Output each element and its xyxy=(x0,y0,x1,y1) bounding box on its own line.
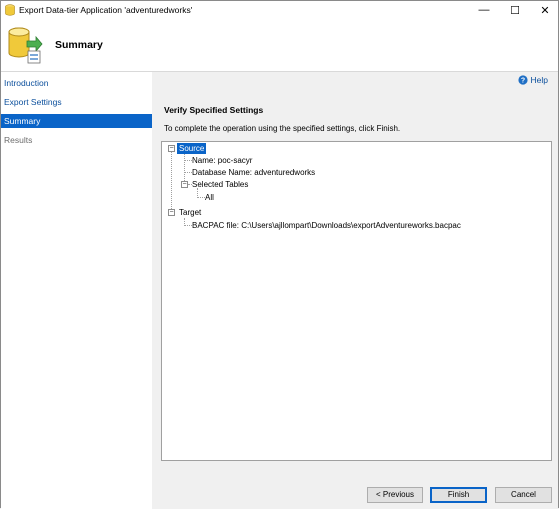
tree-node-all[interactable]: All xyxy=(205,192,214,203)
close-button[interactable]: ✕ xyxy=(530,1,559,19)
tree-connector xyxy=(171,152,172,213)
nav-item-introduction[interactable]: Introduction xyxy=(1,76,152,90)
title-bar: Export Data-tier Application 'adventured… xyxy=(1,1,558,19)
tree-node-selected-tables[interactable]: Selected Tables xyxy=(192,179,248,190)
main-panel: ? Help Verify Specified Settings To comp… xyxy=(152,72,558,509)
nav-item-results: Results xyxy=(4,135,33,145)
nav-item-export-settings[interactable]: Export Settings xyxy=(1,95,152,109)
previous-button[interactable]: < Previous xyxy=(367,487,423,503)
wizard-steps-sidebar: Introduction Export Settings Summary Res… xyxy=(1,72,152,509)
tree-connector xyxy=(184,160,192,161)
tree-connector xyxy=(184,225,192,226)
help-label: Help xyxy=(530,75,548,85)
tree-node-name[interactable]: Name: poc-sacyr xyxy=(192,155,252,166)
dialog-window: Export Data-tier Application 'adventured… xyxy=(0,0,559,509)
window-title: Export Data-tier Application 'adventured… xyxy=(19,5,193,15)
tree-connector xyxy=(184,172,192,173)
help-icon: ? xyxy=(517,75,528,85)
collapse-target-toggle[interactable]: − xyxy=(168,209,175,216)
instructions-text: To complete the operation using the spec… xyxy=(164,124,401,133)
help-link[interactable]: ? Help xyxy=(517,75,548,85)
page-title: Summary xyxy=(55,39,103,51)
tree-node-source[interactable]: Source xyxy=(177,143,207,154)
cancel-button[interactable]: Cancel xyxy=(495,487,552,503)
minimize-button[interactable]: — xyxy=(469,1,499,19)
tree-node-bacpac-file[interactable]: BACPAC file: C:\Users\ajllompart\Downloa… xyxy=(192,220,461,231)
collapse-source-toggle[interactable]: − xyxy=(168,145,175,152)
collapse-selected-tables-toggle[interactable]: − xyxy=(181,181,188,188)
tree-node-database-name[interactable]: Database Name: adventuredworks xyxy=(192,167,315,178)
nav-item-summary[interactable]: Summary xyxy=(1,114,152,128)
svg-text:?: ? xyxy=(520,78,524,85)
tree-node-target[interactable]: Target xyxy=(179,207,201,218)
summary-tree[interactable]: − Source Name: poc-sacyr Database Name: … xyxy=(161,141,552,461)
finish-button[interactable]: Finish xyxy=(430,487,487,503)
maximize-button[interactable]: ☐ xyxy=(500,1,530,19)
section-title: Verify Specified Settings xyxy=(164,105,264,115)
database-app-icon xyxy=(5,4,15,16)
database-export-icon xyxy=(8,27,43,64)
tree-connector xyxy=(197,197,205,198)
wizard-header: Summary xyxy=(1,19,558,72)
